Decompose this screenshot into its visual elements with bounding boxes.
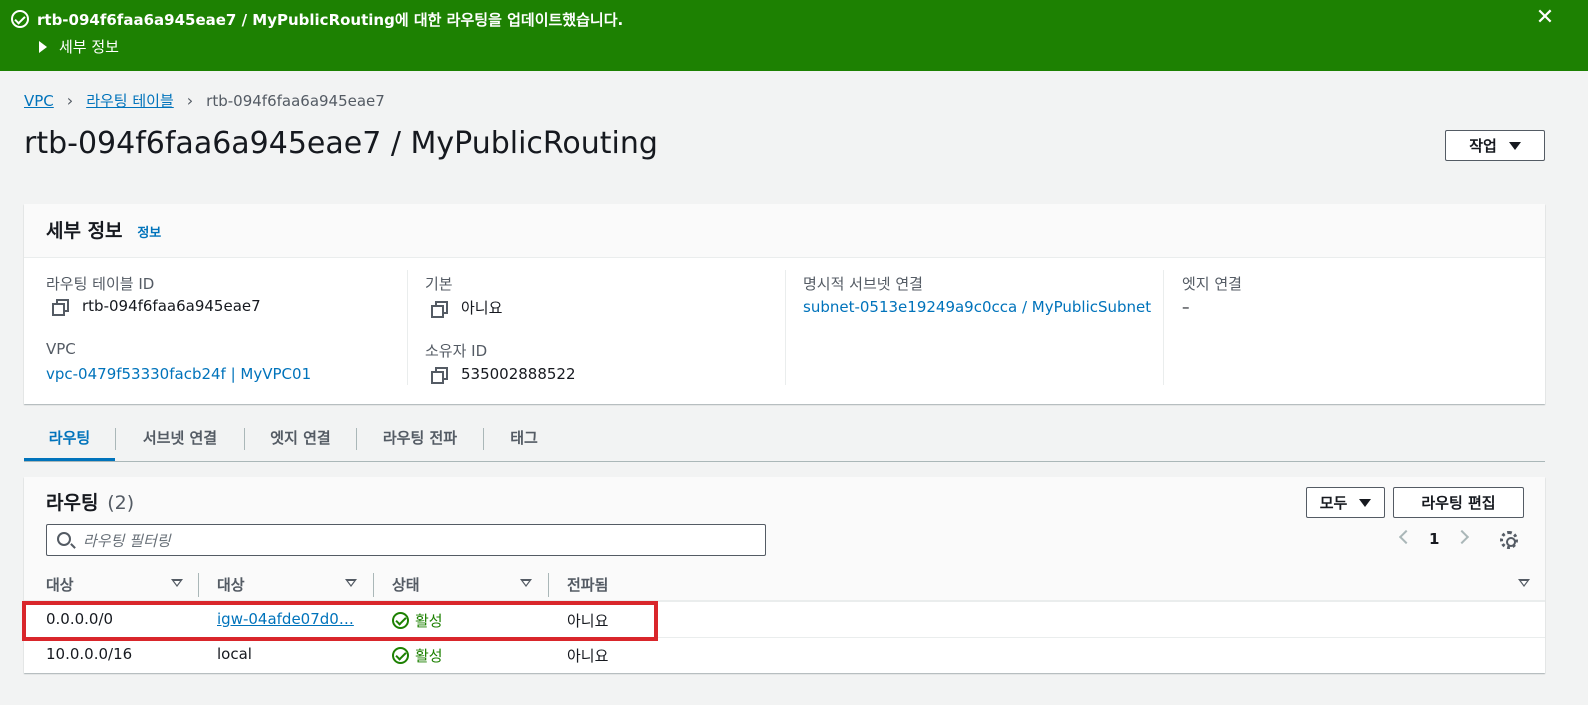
sort-icon[interactable] xyxy=(345,579,357,587)
column-divider xyxy=(785,270,786,385)
column-header-status[interactable]: 상태 xyxy=(392,574,420,595)
copy-icon[interactable] xyxy=(431,300,448,318)
vpc-link[interactable]: vpc-0479f53330facb24f | MyVPC01 xyxy=(46,365,311,383)
caret-down-icon xyxy=(1508,141,1521,150)
explicit-subnet-link[interactable]: subnet-0513e19249a9c0cca / MyPublicSubne… xyxy=(803,298,1151,316)
sort-icon[interactable] xyxy=(171,579,183,587)
owner-id-label: 소유자 ID xyxy=(425,342,488,360)
status-badge: 활성 xyxy=(392,645,443,666)
breadcrumb: VPC › 라우팅 테이블 › rtb-094f6faa6a945eae7 xyxy=(24,90,385,111)
tab-tags[interactable]: 태그 xyxy=(484,418,564,461)
page-number[interactable]: 1 xyxy=(1429,530,1439,548)
column-header-propagated[interactable]: 전파됨 xyxy=(567,574,608,595)
tab-route-propagation[interactable]: 라우팅 전파 xyxy=(357,418,483,461)
column-divider[interactable] xyxy=(198,573,199,597)
info-link[interactable]: 정보 xyxy=(137,226,161,241)
details-heading: 세부 정보 xyxy=(46,220,123,242)
flash-message: rtb-094f6faa6a945eae7 / MyPublicRouting에… xyxy=(37,11,624,29)
main-text: 아니요 xyxy=(461,299,503,317)
success-check-icon xyxy=(11,10,29,28)
actions-button-label: 작업 xyxy=(1469,137,1497,155)
column-divider xyxy=(1163,270,1164,385)
breadcrumb-route-tables[interactable]: 라우팅 테이블 xyxy=(86,90,174,111)
main-label: 기본 xyxy=(425,275,453,293)
column-divider xyxy=(407,270,408,385)
explicit-subnet-label: 명시적 서브넷 연결 xyxy=(803,275,923,293)
route-filter-placeholder: 라우팅 필터링 xyxy=(83,532,171,550)
route-table-id-label: 라우팅 테이블 ID xyxy=(46,275,155,293)
status-ok-icon xyxy=(392,612,409,629)
status-text: 활성 xyxy=(415,612,443,630)
status-ok-icon xyxy=(392,647,409,664)
route-propagated: 아니요 xyxy=(567,647,609,665)
edit-routes-button[interactable]: 라우팅 편집 xyxy=(1393,487,1524,518)
details-panel: 세부 정보 정보 라우팅 테이블 ID rtb-094f6faa6a945eae… xyxy=(24,204,1545,404)
breadcrumb-current: rtb-094f6faa6a945eae7 xyxy=(206,91,385,110)
owner-id-text: 535002888522 xyxy=(461,365,576,383)
breadcrumb-vpc[interactable]: VPC xyxy=(24,92,54,110)
route-destination: 0.0.0.0/0 xyxy=(46,610,114,628)
tab-routes[interactable]: 라우팅 xyxy=(24,418,115,461)
column-header-destination[interactable]: 대상 xyxy=(46,574,74,595)
chevron-right-icon: › xyxy=(66,91,74,110)
sort-icon[interactable] xyxy=(1518,579,1530,587)
route-propagated: 아니요 xyxy=(567,612,609,630)
column-header-target[interactable]: 대상 xyxy=(217,574,245,595)
routes-heading: 라우팅 (2) xyxy=(46,488,134,515)
column-divider[interactable] xyxy=(548,573,549,597)
search-icon xyxy=(57,532,71,546)
tab-edge-associations[interactable]: 엣지 연결 xyxy=(245,418,356,461)
tab-subnet-associations[interactable]: 서브넷 연결 xyxy=(116,418,244,461)
filter-select-value: 모두 xyxy=(1319,494,1348,512)
actions-button[interactable]: 작업 xyxy=(1445,130,1545,161)
flash-details-toggle[interactable]: 세부 정보 xyxy=(59,36,119,57)
success-flashbar: rtb-094f6faa6a945eae7 / MyPublicRouting에… xyxy=(0,0,1588,71)
expand-triangle-icon[interactable] xyxy=(39,41,47,53)
route-table-id-text: rtb-094f6faa6a945eae7 xyxy=(82,297,261,315)
route-target-link[interactable]: igw-04afde07d0… xyxy=(217,610,354,628)
edge-label: 엣지 연결 xyxy=(1182,275,1242,293)
route-table-id-value: rtb-094f6faa6a945eae7 xyxy=(46,297,261,316)
route-target: local xyxy=(217,645,252,663)
status-badge: 활성 xyxy=(392,610,443,631)
routes-count: (2) xyxy=(107,492,135,514)
edge-value: – xyxy=(1182,298,1190,316)
sort-icon[interactable] xyxy=(520,579,532,587)
routes-title: 라우팅 xyxy=(46,492,99,514)
row-divider xyxy=(24,601,1545,602)
row-divider xyxy=(24,637,1545,638)
close-icon[interactable]: ✕ xyxy=(1533,6,1557,30)
gear-icon[interactable] xyxy=(1500,531,1518,549)
details-header: 세부 정보 정보 xyxy=(24,204,1545,258)
caret-down-icon xyxy=(1359,498,1372,507)
chevron-right-icon: › xyxy=(186,91,194,110)
route-destination: 10.0.0.0/16 xyxy=(46,645,133,663)
status-text: 활성 xyxy=(415,647,443,665)
page-title: rtb-094f6faa6a945eae7 / MyPublicRouting xyxy=(24,126,658,161)
owner-id-value: 535002888522 xyxy=(425,365,576,384)
column-divider[interactable] xyxy=(373,573,374,597)
vpc-label: VPC xyxy=(46,340,76,358)
copy-icon[interactable] xyxy=(52,299,69,316)
filter-select[interactable]: 모두 xyxy=(1306,487,1385,518)
copy-icon[interactable] xyxy=(431,367,448,384)
route-filter-input[interactable]: 라우팅 필터링 xyxy=(46,524,766,556)
main-value: 아니요 xyxy=(425,297,502,318)
tab-bar: 라우팅 서브넷 연결 엣지 연결 라우팅 전파 태그 xyxy=(24,418,1545,462)
